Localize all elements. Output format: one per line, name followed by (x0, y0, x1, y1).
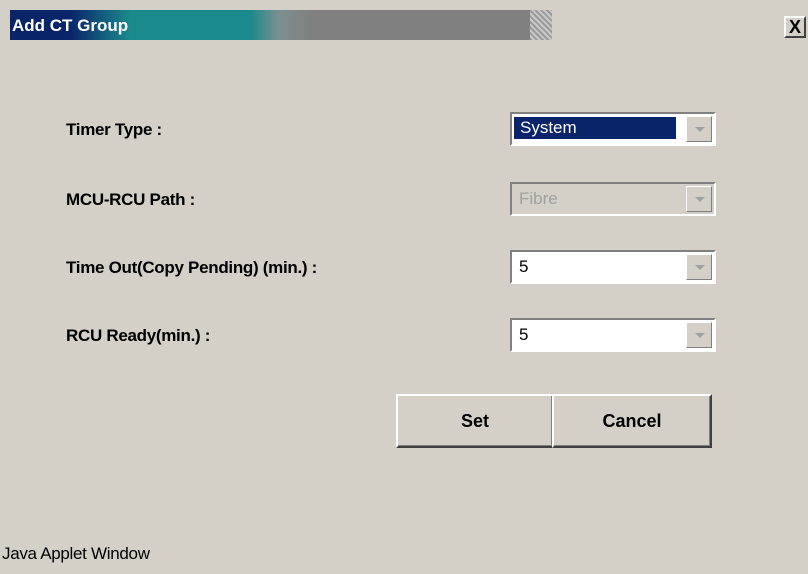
chevron-down-icon[interactable] (686, 116, 712, 142)
close-icon: X (788, 17, 801, 37)
timer-type-value: System (514, 117, 676, 139)
timeout-copy-pending-value: 5 (519, 257, 529, 276)
rcu-ready-select[interactable]: 5 (510, 318, 716, 352)
mcu-rcu-path-value: Fibre (519, 189, 558, 208)
close-button[interactable]: X (784, 16, 806, 38)
chevron-down-icon (686, 186, 712, 212)
title-bar: Add CT Group X (0, 0, 808, 44)
set-button[interactable]: Set (396, 394, 554, 448)
mcu-rcu-path-select: Fibre (510, 182, 716, 216)
rcu-ready-label: RCU Ready(min.) : (66, 326, 211, 345)
chevron-down-icon[interactable] (686, 322, 712, 348)
status-text: Java Applet Window (2, 544, 150, 563)
timeout-copy-pending-select[interactable]: 5 (510, 250, 716, 284)
chevron-down-icon[interactable] (686, 254, 712, 280)
rcu-ready-value: 5 (519, 325, 529, 344)
window-title: Add CT Group (12, 16, 129, 35)
timeout-copy-pending-label: Time Out(Copy Pending) (min.) : (66, 258, 318, 277)
mcu-rcu-path-label: MCU-RCU Path : (66, 190, 195, 209)
timer-type-select[interactable]: System (510, 112, 716, 146)
timer-type-label: Timer Type : (66, 120, 162, 139)
cancel-button[interactable]: Cancel (552, 394, 712, 448)
